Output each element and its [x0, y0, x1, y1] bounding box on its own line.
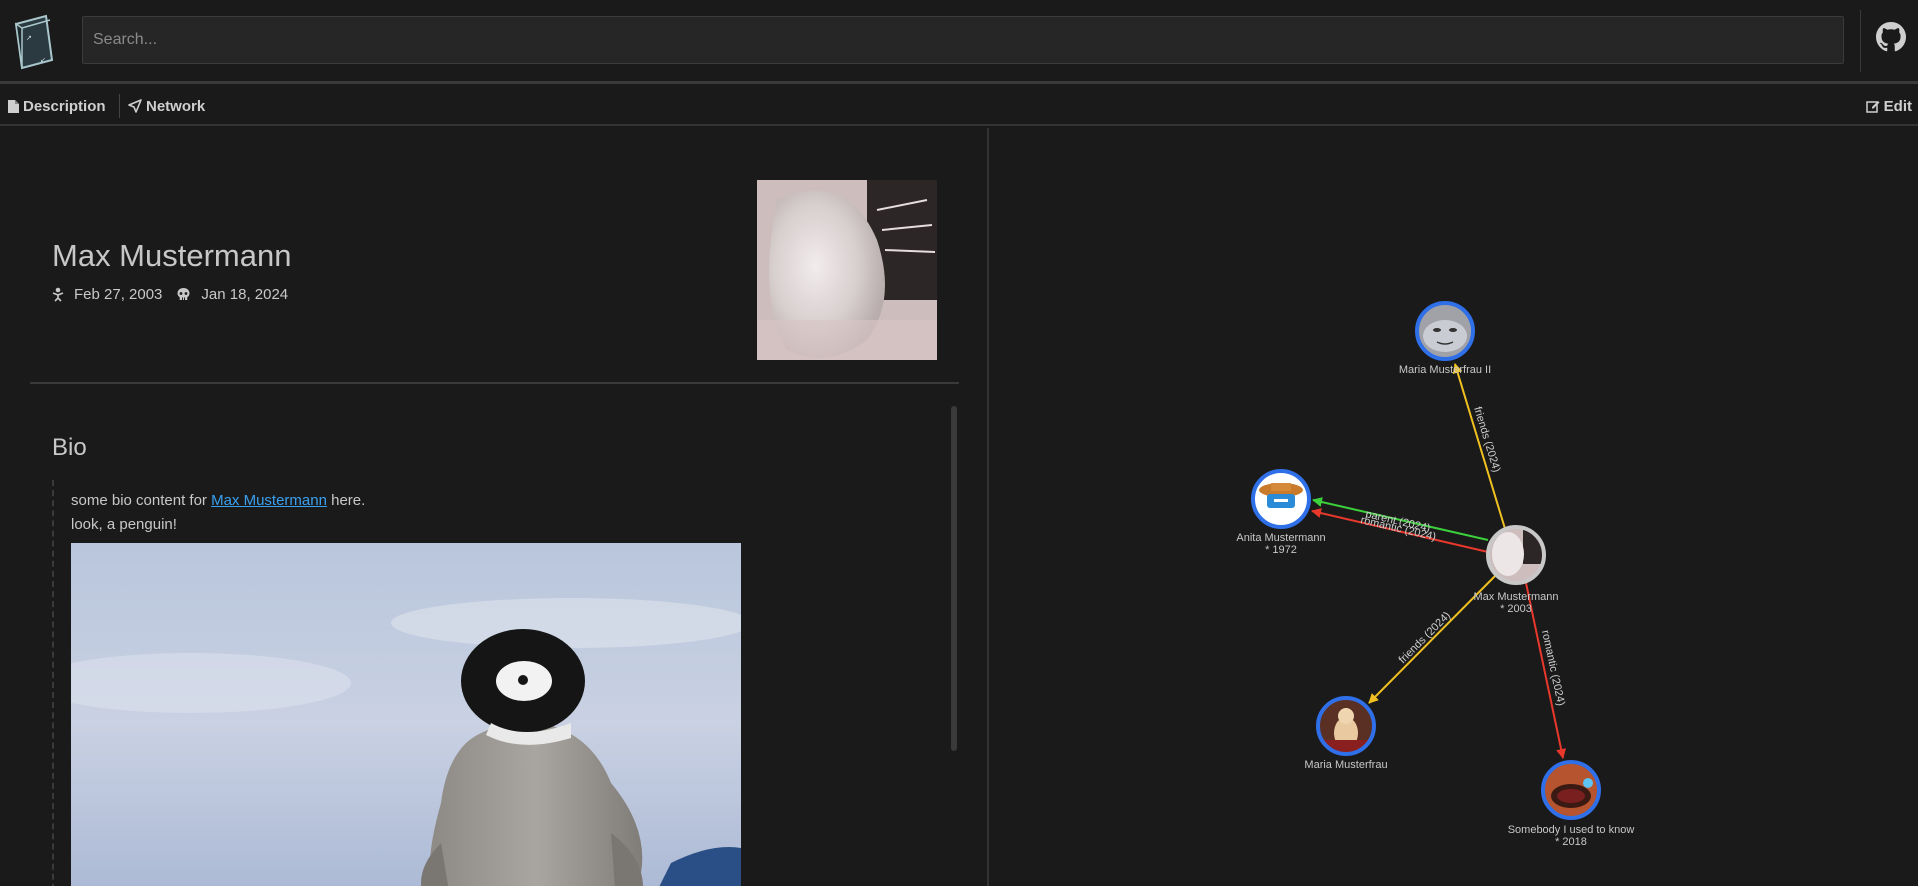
node-maria-musterfrau[interactable]: Maria Musterfrau [1304, 696, 1388, 771]
svg-text:↗: ↗ [26, 34, 32, 42]
node-subtitle: * 2003 [1500, 603, 1532, 615]
divider [30, 382, 959, 384]
death-date: Jan 18, 2024 [201, 286, 289, 303]
github-icon[interactable] [1876, 22, 1906, 52]
network-pane: friends (2024) parent (2024) romantic (2… [991, 128, 1918, 886]
skull-icon [177, 288, 190, 300]
divider [1860, 10, 1861, 72]
network-graph[interactable]: friends (2024) parent (2024) romantic (2… [991, 128, 1918, 886]
person-link[interactable]: Max Mustermann [211, 492, 327, 509]
description-pane: Max Mustermann Feb 27, 2003 Jan 18, 2024… [0, 128, 989, 886]
svg-text:↙: ↙ [40, 56, 46, 64]
search-input[interactable] [82, 16, 1844, 64]
node-maria-musterfrau-ii[interactable]: Maria Musterfrau II [1399, 301, 1491, 376]
bio-heading: Bio [52, 434, 87, 461]
tab-network-label: Network [146, 97, 206, 115]
node-subtitle: * 2018 [1555, 836, 1587, 848]
node-subtitle: * 1972 [1265, 544, 1297, 556]
life-dates: Feb 27, 2003 Jan 18, 2024 [52, 286, 288, 303]
node-name: Anita Mustermann [1236, 532, 1325, 544]
app-logo[interactable]: ↗ ↙ [12, 14, 56, 70]
node-anita-mustermann[interactable]: Anita Mustermann * 1972 [1236, 469, 1326, 556]
document-icon [8, 99, 19, 113]
person-portrait [757, 180, 937, 360]
scrollbar[interactable] [951, 406, 957, 751]
edge-label: friends (2024) [1471, 405, 1502, 473]
node-name: Maria Musterfrau [1304, 759, 1387, 771]
edit-button-label: Edit [1883, 97, 1912, 115]
tab-network[interactable]: Network [128, 87, 205, 125]
baby-icon [52, 287, 64, 302]
person-name: Max Mustermann [52, 238, 292, 273]
edge-label: friends (2024) [1397, 610, 1453, 666]
send-icon [128, 99, 142, 113]
tab-bar: Description Network Edit [0, 87, 1918, 126]
edit-icon [1865, 101, 1880, 113]
top-bar: ↗ ↙ [0, 0, 1918, 84]
node-name: Max Mustermann [1474, 591, 1559, 603]
bio-text: look, a penguin! [71, 516, 177, 533]
tab-description-label: Description [23, 97, 106, 115]
edit-button[interactable]: Edit [1865, 87, 1912, 125]
penguin-image [71, 543, 741, 886]
birth-date: Feb 27, 2003 [74, 286, 163, 303]
tab-description[interactable]: Description [8, 87, 106, 125]
bio-blockquote: some bio content for Max Mustermann here… [52, 480, 752, 886]
bio-text-prefix: some bio content for [71, 492, 212, 509]
edge-friends-maria2[interactable] [1452, 363, 1507, 533]
node-somebody-i-used-to-know[interactable]: Somebody I used to know * 2018 [1508, 760, 1635, 848]
tab-divider [119, 94, 120, 118]
node-name: Somebody I used to know [1508, 824, 1635, 836]
node-name: Maria Musterfrau II [1399, 364, 1491, 376]
bio-text-suffix: here. [326, 492, 366, 509]
bio-text: some bio content for Max Mustermann here… [71, 492, 365, 509]
